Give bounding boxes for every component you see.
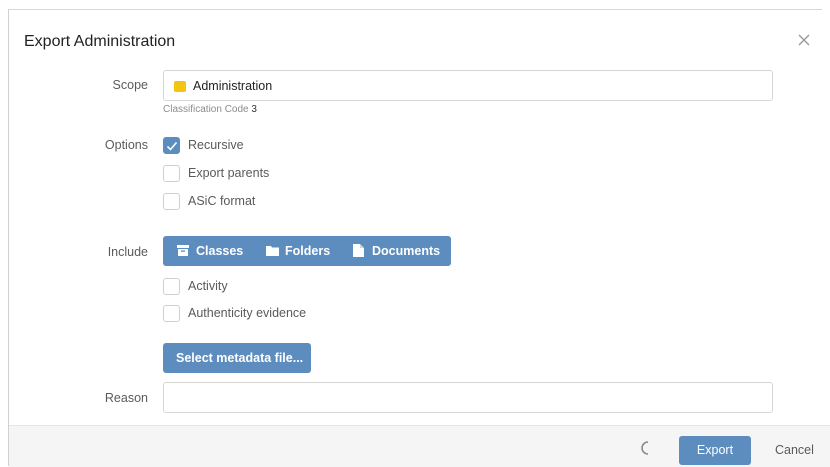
- export-button-label: Export: [696, 443, 734, 457]
- document-icon: [353, 244, 364, 257]
- scope-label: Scope: [112, 78, 148, 92]
- activity-label: Activity: [188, 279, 228, 293]
- archive-box-icon: [177, 245, 189, 256]
- include-classes-label: Classes: [196, 244, 244, 258]
- include-label: Include: [107, 245, 148, 259]
- cancel-button[interactable]: Cancel: [775, 443, 814, 457]
- recursive-label: Recursive: [188, 138, 244, 152]
- reason-label: Reason: [104, 391, 148, 405]
- export-parents-checkbox[interactable]: [163, 165, 180, 182]
- close-icon[interactable]: [794, 30, 814, 50]
- scope-field[interactable]: Administration: [163, 70, 773, 101]
- scope-value: Administration: [193, 79, 273, 93]
- options-label: Options: [104, 138, 148, 152]
- export-parents-label: Export parents: [188, 166, 270, 180]
- classification-code-label: Classification Code: [163, 104, 249, 115]
- reason-input[interactable]: [163, 382, 773, 413]
- dialog-header: Export Administration: [24, 22, 814, 62]
- include-folders-label: Folders: [285, 244, 331, 258]
- include-documents-button[interactable]: Documents: [345, 236, 451, 266]
- classification-code-value: 3: [251, 104, 257, 115]
- classification-code-hint: Classification Code 3: [163, 104, 257, 115]
- select-metadata-file-label: Select metadata file...: [176, 351, 304, 365]
- export-button[interactable]: Export: [679, 436, 751, 465]
- background-page-strip: [0, 0, 830, 10]
- checkmark-icon: [166, 141, 178, 151]
- asic-format-checkbox[interactable]: [163, 193, 180, 210]
- activity-checkbox[interactable]: [163, 278, 180, 295]
- loading-spinner-icon: [640, 440, 656, 456]
- select-metadata-file-button[interactable]: Select metadata file...: [163, 343, 311, 373]
- include-classes-button[interactable]: Classes: [163, 236, 258, 266]
- authenticity-evidence-checkbox[interactable]: [163, 305, 180, 322]
- dialog-title: Export Administration: [24, 33, 176, 50]
- asic-format-label: ASiC format: [188, 194, 256, 208]
- recursive-checkbox[interactable]: [163, 137, 180, 154]
- folder-yellow-icon: [174, 81, 186, 92]
- include-button-group: Classes Folders Documents: [163, 236, 451, 266]
- include-folders-button[interactable]: Folders: [258, 236, 345, 266]
- authenticity-evidence-label: Authenticity evidence: [188, 306, 307, 320]
- folder-icon: [266, 246, 279, 256]
- include-documents-label: Documents: [372, 244, 441, 258]
